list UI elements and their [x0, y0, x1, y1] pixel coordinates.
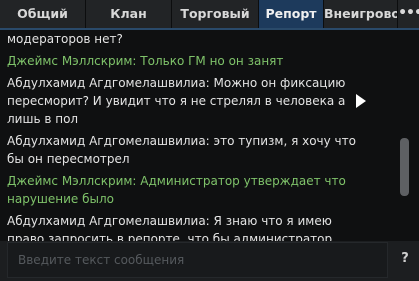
- tab-general[interactable]: Общий: [0, 0, 86, 28]
- chat-message: Абдулхамид Агдгомелашвилиа: это тупизм, …: [7, 132, 396, 168]
- message-line: Абдулхамид Агдгомелашвилиа: Можно он фик…: [7, 76, 346, 90]
- tab-clan[interactable]: Клан: [86, 0, 172, 28]
- tab-trade[interactable]: Торговый: [172, 0, 259, 28]
- message-line: Абдулхамид Агдгомелашвилиа: это тупизм, …: [7, 134, 356, 148]
- scrollbar-thumb[interactable]: [400, 138, 409, 196]
- message-line: пересморит? И увидит что я не стрелял в …: [7, 94, 346, 108]
- message-line: Джеймс Мэллскрим: Только ГМ но он занят: [7, 54, 284, 68]
- message-line: лишь в пол: [7, 112, 79, 126]
- message-line: право запросить в репорте, что бы админи…: [7, 232, 333, 241]
- help-icon[interactable]: ?: [396, 250, 414, 268]
- chat-window: Общий Клан Торговый Репорт Внеигровой ••…: [0, 0, 419, 281]
- chat-message: Джеймс Мэллскрим: Администратор утвержда…: [7, 172, 396, 208]
- message-line: модераторов нет?: [7, 32, 123, 46]
- more-tabs-icon[interactable]: •••: [398, 0, 419, 28]
- tab-offgame[interactable]: Внеигровой: [324, 0, 398, 28]
- message-list: модераторов нет? Джеймс Мэллскрим: Тольк…: [0, 30, 396, 241]
- chat-message: Джеймс Мэллскрим: Только ГМ но он занят: [7, 52, 396, 70]
- chat-message: Абдулхамид Агдгомелашвилиа: Можно он фик…: [7, 74, 396, 128]
- message-input[interactable]: [8, 243, 387, 277]
- tab-report[interactable]: Репорт: [259, 0, 324, 28]
- message-input-bar: ?: [0, 241, 419, 281]
- message-line: Джеймс Мэллскрим: Администратор утвержда…: [7, 174, 346, 188]
- mouse-cursor-icon: [356, 94, 366, 108]
- chat-message: Абдулхамид Агдгомелашвилиа: Я знаю что я…: [7, 212, 396, 241]
- chat-message: модераторов нет?: [7, 30, 396, 48]
- chat-tabs: Общий Клан Торговый Репорт Внеигровой ••…: [0, 0, 419, 30]
- message-input-wrapper: [7, 242, 388, 278]
- message-line: бы он пересмотрел: [7, 152, 130, 166]
- message-line: нарушение было: [7, 192, 115, 206]
- message-line: Абдулхамид Агдгомелашвилиа: Я знаю что я…: [7, 214, 332, 228]
